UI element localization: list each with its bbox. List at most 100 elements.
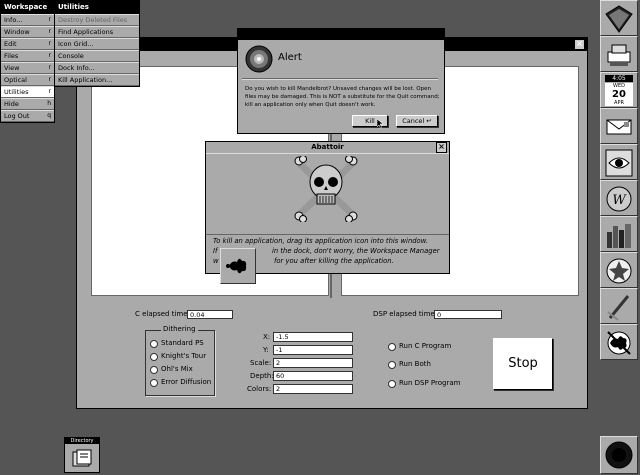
dsp-elapsed-field: 0 xyxy=(434,310,502,319)
dither-standard-radio[interactable] xyxy=(150,340,158,348)
menu-item-info[interactable]: Info... r xyxy=(1,14,54,26)
menu-item-view[interactable]: View r xyxy=(1,62,54,74)
city-skyline-icon xyxy=(607,224,631,248)
menu-item-optical[interactable]: Optical r xyxy=(1,74,54,86)
menu-item-label: Files xyxy=(4,52,19,60)
abattoir-divider xyxy=(206,153,449,154)
menu-item-logout[interactable]: Log Out q xyxy=(1,110,54,122)
dither-error-radio[interactable] xyxy=(150,379,158,387)
abattoir-line-3b: for you after killing the application. xyxy=(274,257,394,265)
next-logo-icon xyxy=(605,5,633,33)
menu-item-destroy-deleted: Destroy Deleted Files xyxy=(55,14,139,26)
dither-knights-label: Knight's Tour xyxy=(161,352,207,360)
submenu-arrow-icon: r xyxy=(48,64,51,71)
clock-time: 4:05 xyxy=(605,75,633,82)
directory-label: Directory xyxy=(65,438,99,444)
dither-standard-label: Standard PS xyxy=(161,339,204,347)
menu-item-label: Window xyxy=(4,28,30,36)
webster-icon: W xyxy=(606,186,632,212)
submenu-arrow-icon: r xyxy=(48,76,51,83)
submenu-arrow-icon: r xyxy=(48,88,51,95)
dock-tile-printer[interactable] xyxy=(600,36,638,72)
close-icon[interactable]: × xyxy=(574,39,585,50)
workspace-menu: Workspace Info... r Window r Edit r Files r … xyxy=(0,0,55,123)
eye-icon xyxy=(605,149,633,177)
run-c-radio[interactable] xyxy=(388,343,396,351)
mandelbrot-icon xyxy=(226,258,247,274)
scale-label: Scale: xyxy=(250,359,272,367)
dock-tile-webster[interactable]: W xyxy=(600,180,638,216)
dock-tile-next[interactable] xyxy=(600,0,638,36)
dock-tile-city[interactable] xyxy=(600,216,638,252)
dock-tile-preview[interactable] xyxy=(600,144,638,180)
dither-error-label: Error Diffusion xyxy=(161,378,212,386)
pointer-cursor-icon xyxy=(377,119,384,129)
submenu-arrow-icon: r xyxy=(48,16,51,23)
scale-field[interactable]: 2 xyxy=(273,358,353,368)
menu-item-label: View xyxy=(4,64,20,72)
dock-tile-shield[interactable] xyxy=(600,252,638,288)
utilities-menu: Utilities Destroy Deleted Files Find App… xyxy=(54,0,140,87)
dither-ohls-label: Ohl's Mix xyxy=(161,365,193,373)
menu-item-hide[interactable]: Hide h xyxy=(1,98,54,110)
dock-tile-mandelbrot[interactable] xyxy=(600,324,638,360)
dock-tile-mail[interactable] xyxy=(600,108,638,144)
run-c-label: Run C Program xyxy=(399,342,452,350)
dock-tile-recycler[interactable] xyxy=(600,436,638,474)
dither-knights-radio[interactable] xyxy=(150,353,158,361)
menu-item-window[interactable]: Window r xyxy=(1,26,54,38)
mandelbrot-app-icon xyxy=(607,331,631,355)
abattoir-line-2a: If xyxy=(213,247,218,255)
mail-icon xyxy=(606,119,632,135)
submenu-arrow-icon: r xyxy=(48,28,51,35)
x-label: X: xyxy=(263,333,271,341)
kill-button-label: Kill xyxy=(365,117,375,125)
skull-crossbones-icon xyxy=(294,156,358,222)
dragged-mandelbrot-app-icon[interactable] xyxy=(220,248,256,284)
cancel-button[interactable]: Cancel ↵ xyxy=(396,115,438,127)
alert-titlebar[interactable] xyxy=(238,29,444,40)
menu-item-kill-application[interactable]: Kill Application... xyxy=(55,74,139,86)
menu-item-icon-grid[interactable]: Icon Grid... xyxy=(55,38,139,50)
workspace-menu-title[interactable]: Workspace xyxy=(1,1,54,14)
shield-icon xyxy=(606,258,632,284)
dsp-elapsed-label: DSP elapsed time: xyxy=(373,310,438,318)
run-both-radio[interactable] xyxy=(388,361,396,369)
menu-item-label: Utilities xyxy=(4,88,29,96)
svg-text:W: W xyxy=(612,193,627,208)
menu-item-utilities[interactable]: Utilities r xyxy=(1,86,54,98)
menu-item-find-applications[interactable]: Find Applications xyxy=(55,26,139,38)
menu-item-edit[interactable]: Edit r xyxy=(1,38,54,50)
clock-day: 20 xyxy=(605,89,633,100)
menu-item-files[interactable]: Files r xyxy=(1,50,54,62)
menu-item-dock-info[interactable]: Dock Info... xyxy=(55,62,139,74)
menu-shortcut: h xyxy=(47,100,51,107)
colors-label: Colors: xyxy=(247,385,272,393)
directory-miniwindow[interactable]: Directory xyxy=(64,437,100,473)
abattoir-line-1: To kill an application, drag its applica… xyxy=(213,237,429,245)
close-icon[interactable]: × xyxy=(436,142,447,153)
abattoir-title: Abattoir xyxy=(311,143,344,151)
y-field[interactable]: -1 xyxy=(273,345,353,355)
alert-divider xyxy=(242,78,438,80)
stop-button[interactable]: Stop xyxy=(493,338,553,390)
clock-month: APR xyxy=(605,100,633,106)
menu-item-label: Optical xyxy=(4,76,27,84)
screwdriver-icon xyxy=(607,295,630,321)
kill-button[interactable]: Kill xyxy=(352,115,388,129)
x-field[interactable]: -1.5 xyxy=(273,332,353,342)
dither-ohls-radio[interactable] xyxy=(150,366,158,374)
run-dsp-label: Run DSP Program xyxy=(399,379,461,387)
menu-item-label: Info... xyxy=(4,16,23,24)
depth-field[interactable]: 60 xyxy=(273,371,353,381)
alert-icon xyxy=(245,45,273,73)
menu-item-label: Edit xyxy=(4,40,17,48)
dock-tile-clock[interactable]: 4:05 WED 20 APR xyxy=(600,72,638,108)
utilities-menu-title[interactable]: Utilities xyxy=(55,1,139,14)
menu-item-label: Hide xyxy=(4,100,19,108)
run-dsp-radio[interactable] xyxy=(388,380,396,388)
colors-field[interactable]: 2 xyxy=(273,384,353,394)
dock-tile-tools[interactable] xyxy=(600,288,638,324)
alert-panel: Alert Do you wish to kill Mandelbrot? Un… xyxy=(237,28,445,134)
menu-item-console[interactable]: Console xyxy=(55,50,139,62)
